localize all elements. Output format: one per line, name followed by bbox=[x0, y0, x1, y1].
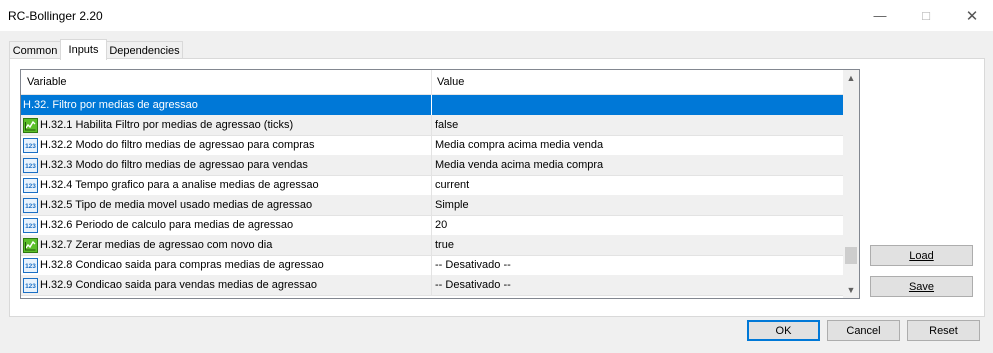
row-value[interactable]: Media venda acima media compra bbox=[432, 159, 603, 171]
row-value[interactable]: false bbox=[432, 119, 458, 131]
minimize-icon: — bbox=[873, 8, 887, 23]
table-row[interactable]: H.32.1 Habilita Filtro por medias de agr… bbox=[21, 115, 843, 136]
table-row[interactable]: 123 H.32.5 Tipo de media movel usado med… bbox=[21, 195, 843, 216]
svg-text:123: 123 bbox=[25, 263, 36, 270]
scroll-down-button[interactable]: ▼ bbox=[843, 282, 859, 298]
save-button[interactable]: Save bbox=[870, 276, 973, 297]
row-label: H.32.2 Modo do filtro medias de agressao… bbox=[40, 139, 315, 151]
row-label: H.32. Filtro por medias de agressao bbox=[23, 99, 198, 111]
number-icon: 123 bbox=[23, 137, 38, 153]
title-bar: RC-Bollinger 2.20 — □ ✕ bbox=[0, 0, 993, 31]
table-row[interactable]: 123 H.32.6 Periodo de calculo para media… bbox=[21, 215, 843, 236]
svg-text:123: 123 bbox=[25, 223, 36, 230]
number-icon: 123 bbox=[23, 177, 38, 193]
window-title: RC-Bollinger 2.20 bbox=[8, 9, 103, 23]
row-value[interactable]: -- Desativado -- bbox=[432, 259, 511, 271]
ok-button[interactable]: OK bbox=[747, 320, 820, 341]
row-label: H.32.9 Condicao saida para vendas medias… bbox=[40, 279, 318, 291]
minimize-button[interactable]: — bbox=[857, 0, 903, 31]
row-value[interactable]: true bbox=[432, 239, 454, 251]
vertical-scrollbar[interactable]: ▲ ▼ bbox=[843, 70, 859, 298]
column-header-variable[interactable]: Variable bbox=[27, 76, 67, 88]
boolean-icon bbox=[23, 117, 38, 133]
svg-text:123: 123 bbox=[25, 203, 36, 210]
close-icon: ✕ bbox=[965, 7, 979, 25]
row-label: H.32.3 Modo do filtro medias de agressao… bbox=[40, 159, 308, 171]
svg-text:123: 123 bbox=[25, 143, 36, 150]
cancel-button[interactable]: Cancel bbox=[827, 320, 900, 341]
table-row[interactable]: 123 H.32.3 Modo do filtro medias de agre… bbox=[21, 155, 843, 176]
chevron-down-icon: ▼ bbox=[846, 285, 856, 295]
tab-dependencies[interactable]: Dependencies bbox=[106, 41, 183, 59]
number-icon: 123 bbox=[23, 277, 38, 293]
tab-inputs[interactable]: Inputs bbox=[60, 39, 107, 60]
svg-text:123: 123 bbox=[25, 283, 36, 290]
boolean-icon bbox=[23, 237, 38, 253]
grid-header: Variable Value bbox=[21, 70, 843, 95]
svg-text:123: 123 bbox=[25, 163, 36, 170]
row-label: H.32.6 Periodo de calculo para medias de… bbox=[40, 219, 294, 231]
row-value[interactable]: 20 bbox=[432, 219, 447, 231]
table-row[interactable]: 123 H.32.8 Condicao saida para compras m… bbox=[21, 255, 843, 276]
maximize-icon: □ bbox=[922, 8, 930, 23]
tab-common[interactable]: Common bbox=[9, 41, 61, 59]
chevron-up-icon: ▲ bbox=[846, 73, 856, 83]
close-button[interactable]: ✕ bbox=[949, 0, 993, 31]
inputs-grid: Variable Value H.32. Filtro por medias d… bbox=[20, 69, 860, 299]
row-label: H.32.8 Condicao saida para compras media… bbox=[40, 259, 324, 271]
column-header-value[interactable]: Value bbox=[437, 76, 464, 88]
row-label: H.32.4 Tempo grafico para a analise medi… bbox=[40, 179, 319, 191]
row-label: H.32.1 Habilita Filtro por medias de agr… bbox=[40, 119, 294, 131]
table-row-group-header[interactable]: H.32. Filtro por medias de agressao bbox=[21, 95, 843, 116]
reset-button[interactable]: Reset bbox=[907, 320, 980, 341]
table-row[interactable]: 123 H.32.4 Tempo grafico para a analise … bbox=[21, 175, 843, 196]
column-divider[interactable] bbox=[431, 70, 432, 94]
scroll-up-button[interactable]: ▲ bbox=[843, 70, 859, 86]
svg-text:123: 123 bbox=[25, 183, 36, 190]
row-value[interactable]: current bbox=[432, 179, 469, 191]
number-icon: 123 bbox=[23, 257, 38, 273]
number-icon: 123 bbox=[23, 217, 38, 233]
row-label: H.32.5 Tipo de media movel usado medias … bbox=[40, 199, 313, 211]
row-value[interactable]: -- Desativado -- bbox=[432, 279, 511, 291]
table-row[interactable]: H.32.7 Zerar medias de agressao com novo… bbox=[21, 235, 843, 256]
scroll-thumb[interactable] bbox=[845, 247, 857, 264]
number-icon: 123 bbox=[23, 157, 38, 173]
row-value[interactable]: Simple bbox=[432, 199, 469, 211]
row-label: H.32.7 Zerar medias de agressao com novo… bbox=[40, 239, 273, 251]
inputs-panel: Variable Value H.32. Filtro por medias d… bbox=[9, 58, 985, 317]
row-value[interactable]: Media compra acima media venda bbox=[432, 139, 603, 151]
table-row[interactable]: 123 H.32.2 Modo do filtro medias de agre… bbox=[21, 135, 843, 156]
load-button[interactable]: Load bbox=[870, 245, 973, 266]
maximize-button[interactable]: □ bbox=[903, 0, 949, 31]
number-icon: 123 bbox=[23, 197, 38, 213]
table-row[interactable]: 123 H.32.9 Condicao saida para vendas me… bbox=[21, 275, 843, 296]
